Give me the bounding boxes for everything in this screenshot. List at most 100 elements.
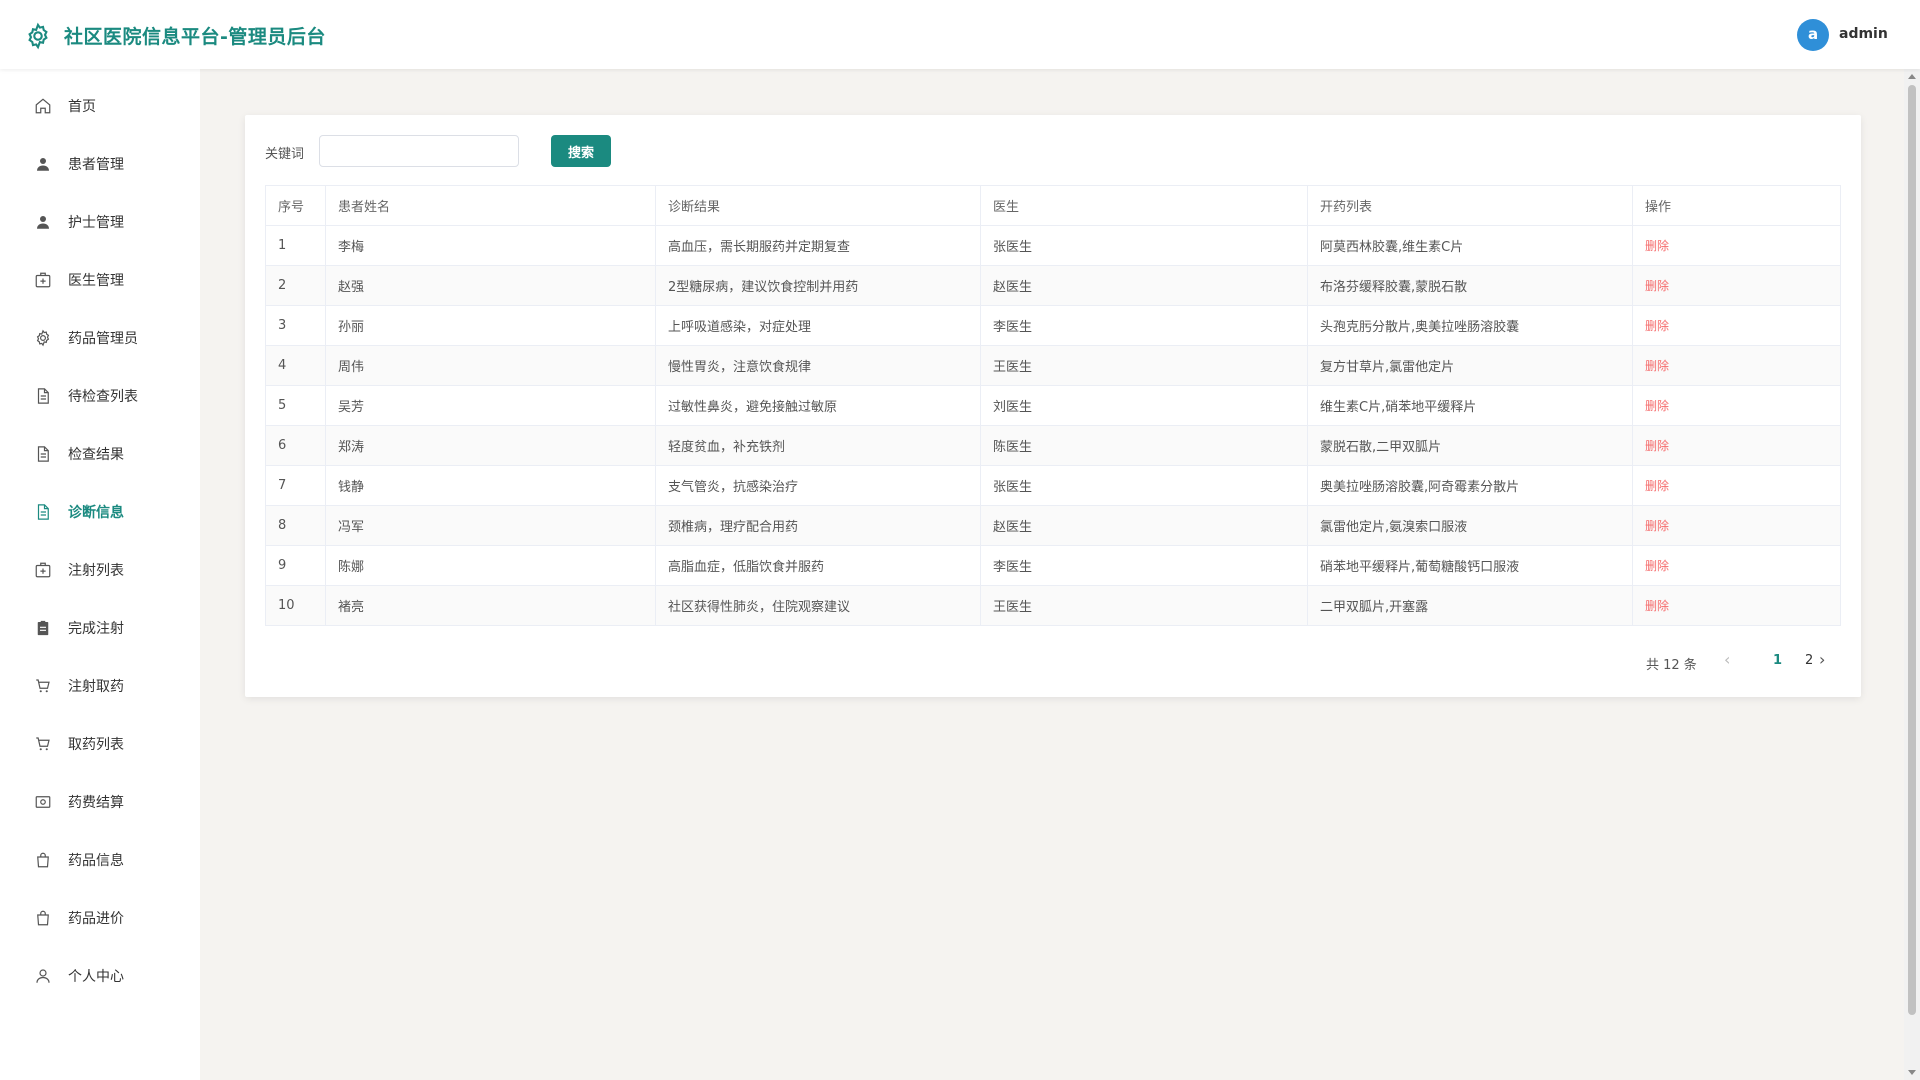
- delete-button[interactable]: 删除: [1645, 399, 1669, 413]
- keyword-label: 关键词: [265, 147, 305, 162]
- next-page-icon[interactable]: ›: [1819, 650, 1825, 669]
- scroll-up-icon[interactable]: [1908, 74, 1916, 79]
- delete-button[interactable]: 删除: [1645, 319, 1669, 333]
- cart-icon: [36, 737, 50, 751]
- column-header: 操作: [1632, 185, 1841, 226]
- table-cell: 陈娜: [325, 545, 656, 586]
- table-cell-action: 删除: [1632, 385, 1841, 426]
- gear-logo-icon: [28, 22, 48, 50]
- table-cell: 郑涛: [325, 425, 656, 466]
- table-cell: 高血压，需长期服药并定期复查: [655, 225, 981, 266]
- avatar[interactable]: a: [1797, 19, 1829, 51]
- delete-button[interactable]: 删除: [1645, 359, 1669, 373]
- user-filled-icon: [37, 216, 49, 229]
- sidebar-item-8[interactable]: 诊断信息: [0, 491, 200, 531]
- keyword-input[interactable]: [319, 135, 519, 167]
- table-cell: 硝苯地平缓释片,葡萄糖酸钙口服液: [1307, 545, 1633, 586]
- delete-button[interactable]: 删除: [1645, 479, 1669, 493]
- column-header: 序号: [265, 185, 326, 226]
- first-aid-kit-icon: [35, 272, 51, 288]
- sidebar-item-10[interactable]: 完成注射: [0, 607, 200, 647]
- sidebar-item-label: 药品管理员: [68, 331, 138, 347]
- cart-icon: [36, 679, 50, 693]
- sidebar-item-3[interactable]: 护士管理: [0, 201, 200, 241]
- table-cell: 8: [265, 505, 326, 546]
- delete-button[interactable]: 删除: [1645, 279, 1669, 293]
- sidebar-item-16[interactable]: 个人中心: [0, 955, 200, 995]
- table-row: 2 赵强 2型糖尿病，建议饮食控制并用药 赵医生 布洛芬缓释胶囊,蒙脱石散 删除: [265, 265, 1841, 306]
- column-header: 患者姓名: [325, 185, 656, 226]
- table-cell: 2: [265, 265, 326, 306]
- table-cell: 6: [265, 425, 326, 466]
- sidebar-item-11[interactable]: 注射取药: [0, 665, 200, 705]
- table-cell: 褚亮: [325, 585, 656, 626]
- sidebar-item-15[interactable]: 药品进价: [0, 897, 200, 937]
- money-icon: [35, 796, 51, 808]
- document-icon: [37, 388, 49, 404]
- sidebar-item-label: 医生管理: [68, 273, 124, 289]
- sidebar-item-label: 注射列表: [68, 563, 124, 579]
- table-cell: 社区获得性肺炎，住院观察建议: [655, 585, 981, 626]
- sidebar-item-label: 药品信息: [68, 853, 124, 869]
- sidebar-item-9[interactable]: 注射列表: [0, 549, 200, 589]
- table-cell: 李梅: [325, 225, 656, 266]
- search-button[interactable]: 搜索: [551, 135, 611, 167]
- table-cell-action: 删除: [1632, 545, 1841, 586]
- sidebar-item-label: 诊断信息: [68, 505, 124, 521]
- scroll-down-icon[interactable]: [1908, 1070, 1916, 1075]
- table-cell: 颈椎病，理疗配合用药: [655, 505, 981, 546]
- delete-button[interactable]: 删除: [1645, 519, 1669, 533]
- table-cell: 轻度贫血，补充铁剂: [655, 425, 981, 466]
- delete-button[interactable]: 删除: [1645, 559, 1669, 573]
- sidebar-item-13[interactable]: 药费结算: [0, 781, 200, 821]
- prev-page-icon[interactable]: ‹: [1724, 650, 1730, 669]
- diagnosis-table: 序号 患者姓名 诊断结果 医生 开药列表 操作 1 李梅 高血压，需长期服药并定期复查 张医生阿…: [265, 185, 1841, 626]
- page-2-button[interactable]: 2: [1805, 653, 1813, 668]
- username[interactable]: admin: [1839, 26, 1888, 42]
- sidebar-item-label: 药品进价: [68, 911, 124, 927]
- sidebar: 首页患者管理护士管理医生管理药品管理员待检查列表检查结果诊断信息注射列表完成注射…: [0, 69, 200, 1080]
- user-outline-icon: [36, 969, 50, 983]
- sidebar-item-12[interactable]: 取药列表: [0, 723, 200, 763]
- table-cell: 李医生: [980, 545, 1308, 586]
- sidebar-item-2[interactable]: 患者管理: [0, 143, 200, 183]
- delete-button[interactable]: 删除: [1645, 599, 1669, 613]
- page-1-button[interactable]: 1: [1773, 653, 1782, 668]
- table-cell: 蒙脱石散,二甲双胍片: [1307, 425, 1633, 466]
- table-cell: 3: [265, 305, 326, 346]
- table-cell: 张医生: [980, 225, 1308, 266]
- delete-button[interactable]: 删除: [1645, 439, 1669, 453]
- sidebar-item-7[interactable]: 检查结果: [0, 433, 200, 473]
- table-cell-action: 删除: [1632, 585, 1841, 626]
- first-aid-kit-icon: [35, 562, 51, 578]
- table-row: 6 郑涛 轻度贫血，补充铁剂 陈医生 蒙脱石散,二甲双胍片 删除: [265, 425, 1841, 466]
- sidebar-item-6[interactable]: 待检查列表: [0, 375, 200, 415]
- table-cell-action: 删除: [1632, 505, 1841, 546]
- table-row: 8 冯军 颈椎病，理疗配合用药 赵医生 氯雷他定片,氨溴索口服液 删除: [265, 505, 1841, 546]
- sidebar-item-14[interactable]: 药品信息: [0, 839, 200, 879]
- table-cell: 李医生: [980, 305, 1308, 346]
- table-cell: 张医生: [980, 465, 1308, 506]
- column-header: 诊断结果: [655, 185, 981, 226]
- table-row: 9 陈娜 高脂血症，低脂饮食并服药 李医生 硝苯地平缓释片,葡萄糖酸钙口服液 删除: [265, 545, 1841, 586]
- table-cell: 上呼吸道感染，对症处理: [655, 305, 981, 346]
- table-cell: 赵医生: [980, 505, 1308, 546]
- sidebar-item-label: 待检查列表: [68, 389, 138, 405]
- scroll-thumb[interactable]: [1908, 85, 1916, 1015]
- sidebar-item-label: 药费结算: [68, 795, 124, 811]
- table-cell-action: 删除: [1632, 305, 1841, 346]
- table-cell: 吴芳: [325, 385, 656, 426]
- page-scrollbar[interactable]: [1904, 69, 1920, 1080]
- delete-button[interactable]: 删除: [1645, 239, 1669, 253]
- sidebar-item-label: 完成注射: [68, 621, 124, 637]
- table-header-row: 序号 患者姓名 诊断结果 医生 开药列表 操作: [265, 185, 1841, 226]
- table-cell: 9: [265, 545, 326, 586]
- table-cell: 赵强: [325, 265, 656, 306]
- table-cell: 5: [265, 385, 326, 426]
- table-cell: 阿莫西林胶囊,维生素C片: [1307, 225, 1633, 266]
- sidebar-item-4[interactable]: 医生管理: [0, 259, 200, 299]
- sidebar-item-1[interactable]: 首页: [0, 85, 200, 125]
- table-row: 5 吴芳 过敏性鼻炎，避免接触过敏原 刘医生 维生素C片,硝苯地平缓释片 删除: [265, 385, 1841, 426]
- sidebar-item-5[interactable]: 药品管理员: [0, 317, 200, 357]
- sidebar-item-label: 个人中心: [68, 969, 124, 985]
